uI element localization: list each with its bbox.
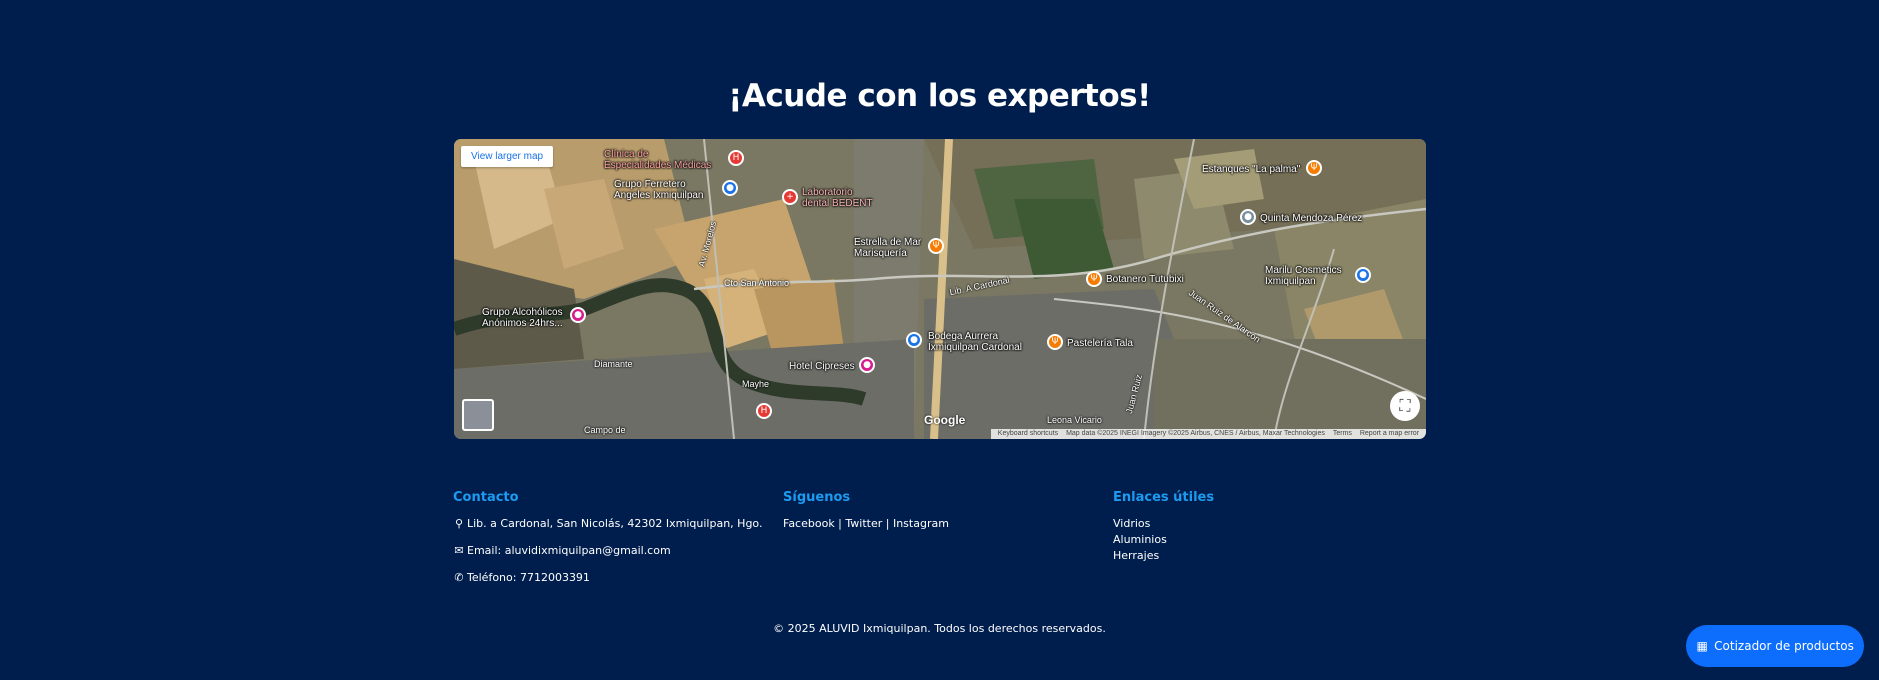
social-title: Síguenos bbox=[783, 490, 851, 505]
map-place-label[interactable]: Bodega Aurrera Ixmiquilpan Cardonal bbox=[928, 331, 1022, 353]
road-label: Cto San Antonio bbox=[724, 278, 790, 288]
contact-column: Contacto ⚲ Lib. a Cardonal, San Nicolás, … bbox=[453, 490, 762, 598]
map-layer-toggle[interactable] bbox=[462, 399, 494, 431]
separator: | bbox=[834, 517, 846, 530]
social-column: Síguenos Facebook | Twitter | Instagram bbox=[783, 490, 949, 530]
lodging-icon[interactable]: ● bbox=[570, 307, 586, 323]
hospital-icon[interactable]: H bbox=[756, 403, 772, 419]
instagram-link[interactable]: Instagram bbox=[893, 517, 949, 530]
hotel-icon[interactable]: ● bbox=[859, 357, 875, 373]
shopping-icon[interactable]: ● bbox=[722, 180, 738, 196]
facebook-link[interactable]: Facebook bbox=[783, 517, 835, 530]
restaurant-icon[interactable]: Ψ bbox=[1047, 334, 1063, 350]
links-column: Enlaces útiles Vidrios Aluminios Herraje… bbox=[1113, 490, 1214, 565]
map-place-label[interactable]: Estrella de Mar Marisquería bbox=[854, 237, 921, 259]
address-line: ⚲ Lib. a Cardonal, San Nicolás, 42302 Ixm… bbox=[454, 517, 763, 530]
email-line: ✉ Email: aluvidixmiquilpan@gmail.com bbox=[454, 544, 671, 557]
road-label: Mayhe bbox=[742, 379, 770, 389]
link-herrajes[interactable]: Herrajes bbox=[1113, 549, 1214, 562]
map-attribution: Keyboard shortcuts Map data ©2025 INEGI … bbox=[990, 429, 1426, 439]
restaurant-icon[interactable]: Ψ bbox=[928, 238, 944, 254]
road-label: Campo de bbox=[584, 425, 626, 435]
calculator-icon: ▦ bbox=[1696, 639, 1708, 653]
twitter-link[interactable]: Twitter bbox=[845, 517, 882, 530]
contact-title: Contacto bbox=[453, 490, 519, 505]
fullscreen-icon[interactable]: ⛶ bbox=[1390, 391, 1420, 421]
road-label: Diamante bbox=[594, 359, 633, 369]
embedded-map[interactable]: View larger map H Clínica de Especialidad… bbox=[454, 139, 1426, 439]
keyboard-shortcuts-link[interactable]: Keyboard shortcuts bbox=[998, 430, 1058, 437]
separator: | bbox=[882, 517, 893, 530]
shopping-icon[interactable]: ● bbox=[1355, 267, 1371, 283]
cart-icon[interactable]: ● bbox=[906, 332, 922, 348]
restaurant-icon[interactable]: Ψ bbox=[1306, 160, 1322, 176]
medical-icon[interactable]: + bbox=[782, 189, 798, 205]
place-icon[interactable]: ● bbox=[1240, 209, 1256, 225]
road-label: Leona Vicario bbox=[1047, 415, 1102, 425]
copyright-text: © 2025 ALUVID Ixmiquilpan. Todos los der… bbox=[773, 622, 1106, 635]
phone-icon: ✆ bbox=[454, 571, 464, 584]
link-aluminios[interactable]: Aluminios bbox=[1113, 533, 1214, 546]
link-vidrios[interactable]: Vidrios bbox=[1113, 517, 1214, 530]
satellite-imagery bbox=[454, 139, 1426, 439]
report-error-link[interactable]: Report a map error bbox=[1360, 430, 1419, 437]
terms-link[interactable]: Terms bbox=[1333, 430, 1352, 437]
hospital-icon[interactable]: H bbox=[728, 150, 744, 166]
map-place-label[interactable]: Estanques "La palma" bbox=[1202, 164, 1300, 175]
product-quote-button[interactable]: ▦ Cotizador de productos bbox=[1686, 625, 1864, 667]
map-pin-icon: ⚲ bbox=[454, 517, 464, 530]
restaurant-icon[interactable]: Ψ bbox=[1086, 271, 1102, 287]
envelope-icon: ✉ bbox=[454, 544, 464, 557]
map-place-label[interactable]: Hotel Cipreses bbox=[789, 361, 855, 372]
quote-button-label: Cotizador de productos bbox=[1714, 639, 1854, 653]
useful-links: Vidrios Aluminios Herrajes bbox=[1113, 517, 1214, 562]
map-place-label[interactable]: Laboratorio dental BEDENT bbox=[802, 187, 873, 209]
links-title: Enlaces útiles bbox=[1113, 490, 1215, 505]
map-place-label[interactable]: Grupo Ferretero Angeles Ixmiquilpan bbox=[614, 179, 704, 201]
map-place-label[interactable]: Pastelería Tala bbox=[1067, 338, 1133, 349]
map-place-label[interactable]: Marilu Cosmetics Ixmiquilpan bbox=[1265, 265, 1342, 287]
map-place-label[interactable]: Clínica de Especialidades Médicas bbox=[604, 149, 711, 171]
social-links: Facebook | Twitter | Instagram bbox=[783, 517, 949, 530]
google-logo: Google bbox=[924, 413, 966, 427]
map-place-label[interactable]: Grupo Alcohólicos Anónimos 24hrs... bbox=[482, 307, 563, 329]
phone-line: ✆ Teléfono: 7712003391 bbox=[454, 571, 590, 584]
page-heading: ¡Acude con los expertos! bbox=[728, 78, 1151, 114]
map-place-label[interactable]: Botanero Tutubixi bbox=[1106, 274, 1184, 285]
view-larger-map-link[interactable]: View larger map bbox=[461, 146, 554, 167]
map-data-text: Map data ©2025 INEGI Imagery ©2025 Airbu… bbox=[1066, 430, 1325, 437]
map-place-label[interactable]: Quinta Mendoza Pérez bbox=[1260, 213, 1362, 224]
